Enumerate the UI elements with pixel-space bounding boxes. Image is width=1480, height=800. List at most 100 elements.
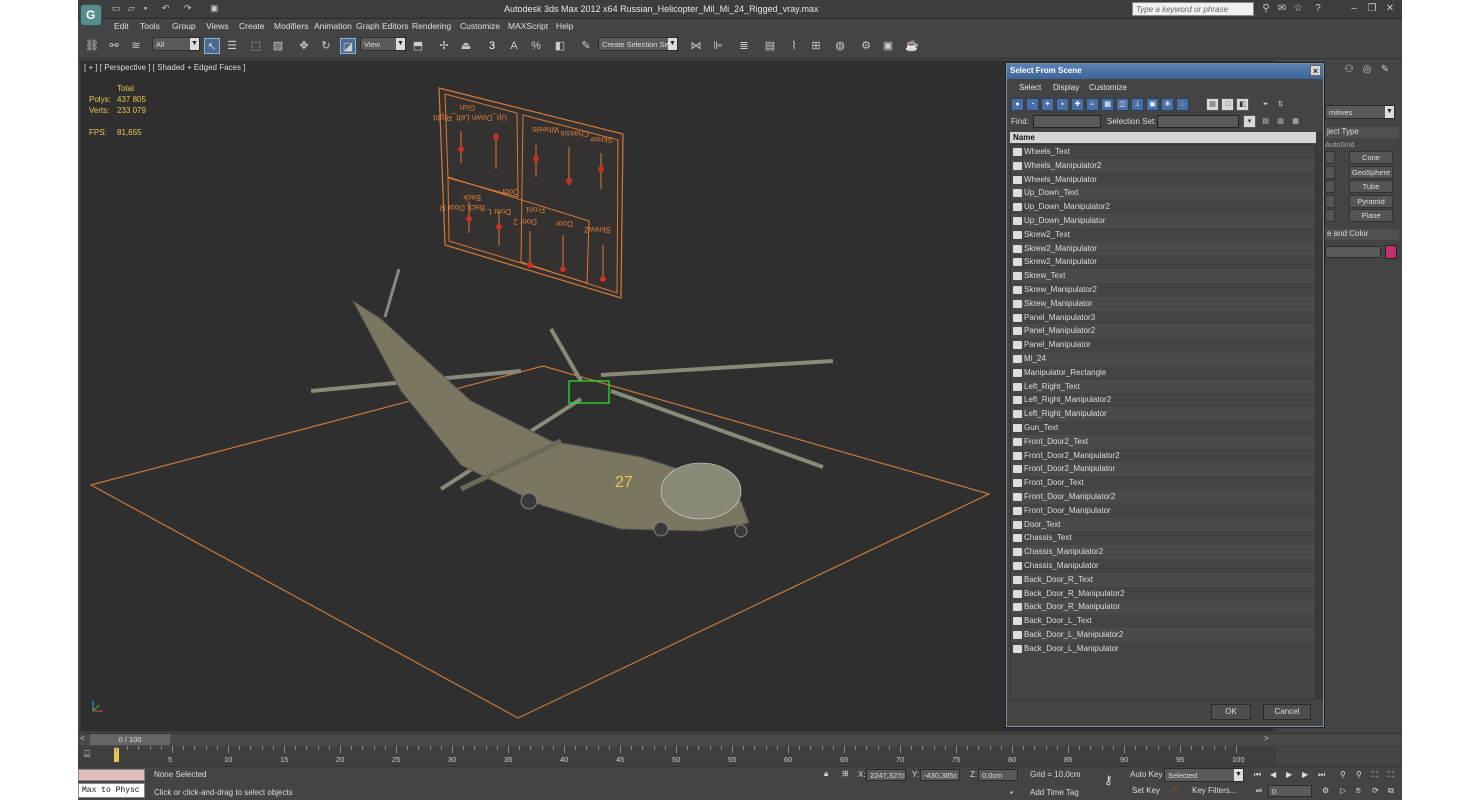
key-icon[interactable]: ⚷: [1104, 773, 1113, 787]
close-icon[interactable]: ✕: [1384, 3, 1396, 15]
display-frozen-icon[interactable]: ❄: [1161, 98, 1174, 111]
mini-curve-editor-icon[interactable]: ⌸: [84, 749, 90, 760]
display-containers-icon[interactable]: ▣: [1146, 98, 1159, 111]
graphite-tools-icon[interactable]: ▤: [762, 38, 778, 54]
menu-animation[interactable]: Animation: [314, 21, 352, 31]
display-xrefs-icon[interactable]: ◫: [1116, 98, 1129, 111]
go-to-start-icon[interactable]: ⏮: [1254, 770, 1261, 780]
scale-icon[interactable]: ◪: [340, 38, 356, 54]
subscription-icon[interactable]: ✉: [1276, 3, 1288, 15]
object-name-field[interactable]: [1325, 246, 1381, 258]
selection-filter-dropdown[interactable]: All ▼: [152, 37, 200, 51]
absolute-mode-icon[interactable]: ⊞: [842, 769, 849, 778]
select-invert-icon[interactable]: ◧: [1236, 98, 1249, 111]
list-item[interactable]: Left_Right_Manipulator2: [1011, 393, 1315, 407]
new-file-icon[interactable]: ▭: [112, 3, 124, 14]
sphere-button-partial[interactable]: [1325, 209, 1335, 222]
restore-icon[interactable]: ❐: [1366, 3, 1378, 15]
current-frame-field[interactable]: 0: [1268, 785, 1312, 797]
app-logo-icon[interactable]: G: [80, 4, 102, 26]
list-item[interactable]: Back_Door_L_Text: [1011, 614, 1315, 628]
plane-button[interactable]: Plane: [1349, 209, 1393, 222]
sort-icon[interactable]: ⇅: [1274, 98, 1287, 111]
keyboard-shortcut-icon[interactable]: ⏏: [458, 38, 474, 54]
zoom-icon[interactable]: ⚲: [1340, 770, 1346, 779]
select-none-icon[interactable]: □: [1221, 98, 1234, 111]
object-color-swatch[interactable]: [1385, 245, 1397, 259]
list-item[interactable]: Wheels_Manipulator2: [1011, 158, 1315, 173]
menu-tools[interactable]: Tools: [140, 21, 160, 31]
maximize-viewport-icon[interactable]: ⧉: [1388, 786, 1394, 796]
render-production-icon[interactable]: ☕: [904, 38, 920, 54]
spinner-snap-icon[interactable]: ◧: [552, 38, 568, 54]
list-item[interactable]: Front_Door_Manipulator: [1011, 504, 1315, 518]
bind-space-warp-icon[interactable]: ≋: [128, 38, 144, 54]
list-item[interactable]: Left_Right_Text: [1011, 379, 1315, 394]
menu-modifiers[interactable]: Modifiers: [274, 21, 308, 31]
time-slider-left-arrow-icon[interactable]: <: [80, 734, 85, 743]
box-button-partial[interactable]: [1325, 151, 1335, 164]
motion-tab-icon[interactable]: ◎: [1361, 64, 1373, 76]
edit-named-selection-icon[interactable]: ✎: [578, 38, 594, 54]
list-item[interactable]: Up_Down_Manipulator2: [1011, 200, 1315, 214]
manipulator-rectangle[interactable]: [89, 365, 991, 719]
window-crossing-icon[interactable]: ▨: [270, 38, 286, 54]
list-item[interactable]: Back_Door_R_Text: [1011, 572, 1315, 587]
ok-button[interactable]: OK: [1211, 704, 1251, 720]
x-coord-field[interactable]: 2247,327c: [866, 769, 906, 781]
key-filters-button[interactable]: Key Filters...: [1192, 786, 1236, 795]
list-item[interactable]: Skrew2_Manipulator: [1011, 241, 1315, 256]
list-item[interactable]: Skrew2_Text: [1011, 228, 1315, 242]
list-item[interactable]: Panel_Manipulator3: [1011, 311, 1315, 325]
cylinder-button-partial[interactable]: [1325, 166, 1335, 179]
display-cameras-icon[interactable]: ▪: [1056, 98, 1069, 111]
z-coord-field[interactable]: 0,0cm: [978, 769, 1018, 781]
render-setup-icon[interactable]: ⚙: [858, 38, 874, 54]
list-item[interactable]: Back_Door_R_Manipulator2: [1011, 587, 1315, 601]
search-input[interactable]: Type a keyword or phrase: [1132, 2, 1254, 16]
menu-views[interactable]: Views: [206, 21, 229, 31]
list-item[interactable]: Back_Door_R_Manipulator: [1011, 600, 1315, 615]
list-item[interactable]: Front_Door_Manipulator2: [1011, 490, 1315, 504]
schematic-view-icon[interactable]: ⊞: [808, 38, 824, 54]
reference-coordinate-dropdown[interactable]: View ▼: [360, 37, 406, 51]
display-groups-icon[interactable]: ▦: [1101, 98, 1114, 111]
menu-maxscript[interactable]: MAXScript: [508, 21, 548, 31]
display-helpers-icon[interactable]: ✚: [1071, 98, 1084, 111]
list-item[interactable]: Door_Text: [1011, 517, 1315, 532]
time-slider-thumb[interactable]: 0 / 100: [90, 734, 170, 745]
menu-rendering[interactable]: Rendering: [412, 21, 451, 31]
tube-button[interactable]: Tube: [1349, 180, 1393, 193]
time-slider[interactable]: < 0 / 100 >: [78, 733, 1402, 745]
autogrid-checkbox[interactable]: AutoGrid: [1325, 140, 1355, 149]
zoom-extents-all-icon[interactable]: ⛶: [1388, 770, 1394, 780]
list-scrollbar[interactable]: [1316, 132, 1323, 700]
teapot-button-partial[interactable]: [1325, 195, 1335, 208]
percent-snap-icon[interactable]: %: [528, 38, 544, 54]
list-item[interactable]: Back_Door_L_Manipulator2: [1011, 628, 1315, 642]
display-shapes-icon[interactable]: ◔: [1026, 98, 1039, 111]
list-item[interactable]: Wheels_Manipulator: [1011, 173, 1315, 187]
list-item[interactable]: Skrew_Text: [1011, 269, 1315, 283]
time-tag-icon[interactable]: ▪: [1010, 788, 1013, 797]
key-mode-toggle-icon[interactable]: ⏯: [1256, 786, 1262, 796]
edit-selection-set-icon[interactable]: ▦: [1289, 115, 1302, 128]
rotate-icon[interactable]: ↻: [318, 38, 334, 54]
set-key-icon[interactable]: ⟋: [1172, 784, 1179, 795]
pyramid-button[interactable]: Pyramid: [1349, 195, 1393, 208]
pan-icon[interactable]: ✋︎: [1356, 786, 1361, 796]
lock-selection-icon[interactable]: 🔒︎: [824, 769, 828, 779]
list-item[interactable]: Front_Door2_Text: [1011, 434, 1315, 449]
list-item[interactable]: Panel_Manipulator2: [1011, 324, 1315, 339]
add-selection-set-icon[interactable]: ▤: [1259, 115, 1272, 128]
key-mode-dropdown[interactable]: Selected ▼: [1164, 768, 1244, 782]
helicopter-model[interactable]: 27: [310, 268, 834, 538]
curve-editor-icon[interactable]: ⌇: [786, 38, 802, 54]
project-folder-icon[interactable]: ▣: [210, 3, 222, 14]
list-item[interactable]: Manipulator_Rectangle: [1011, 366, 1315, 380]
list-item[interactable]: Chassis_Manipulator: [1011, 559, 1315, 573]
next-frame-icon[interactable]: ▶: [1302, 770, 1308, 779]
list-item[interactable]: Left_Right_Manipulator: [1011, 407, 1315, 421]
set-key-button[interactable]: Set Key: [1132, 786, 1160, 795]
torus-button-partial[interactable]: [1325, 180, 1335, 193]
